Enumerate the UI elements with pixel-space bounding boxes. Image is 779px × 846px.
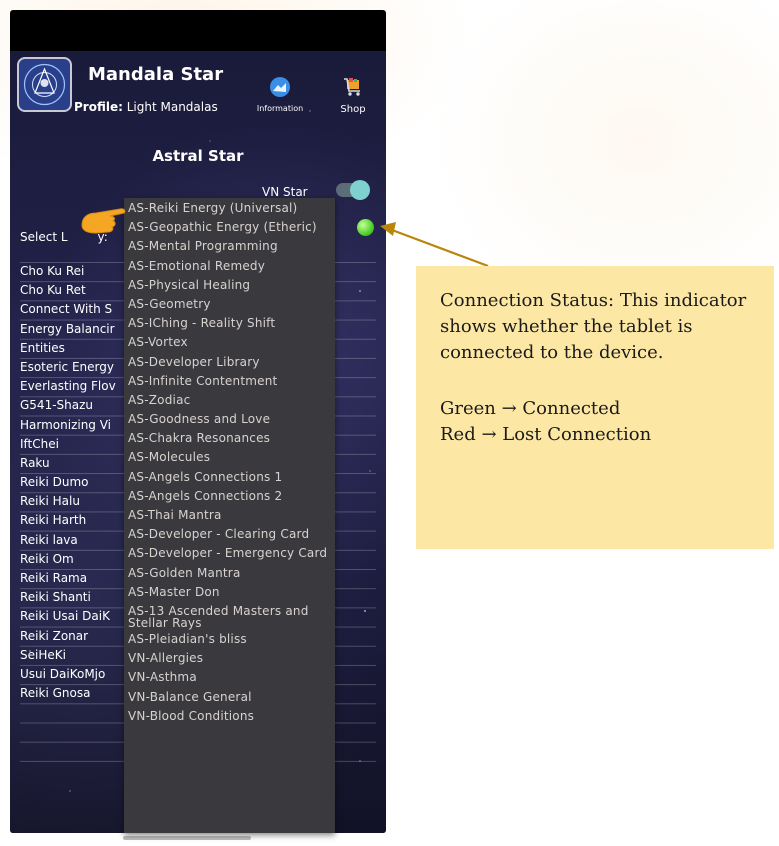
- dropdown-option[interactable]: AS-Angels Connections 1: [124, 467, 335, 486]
- information-button[interactable]: Information: [250, 76, 310, 113]
- library-list-item[interactable]: Reiki Zonar: [20, 627, 140, 646]
- home-indicator: [123, 836, 251, 840]
- callout-description: Connection Status: This indicator shows …: [440, 290, 747, 363]
- connection-status-indicator: [357, 219, 374, 236]
- library-list-item[interactable]: Reiki Usai DaiK: [20, 607, 140, 626]
- dropdown-option[interactable]: AS-Developer - Clearing Card: [124, 524, 335, 543]
- profile-value: Light Mandalas: [126, 100, 218, 114]
- library-list-item[interactable]: Esoteric Energy: [20, 358, 140, 377]
- dropdown-option[interactable]: AS-Geopathic Energy (Etheric): [124, 217, 335, 236]
- vn-star-toggle[interactable]: [336, 180, 370, 200]
- dropdown-option[interactable]: VN-Balance General: [124, 687, 335, 706]
- library-list-item[interactable]: Usui DaiKoMjo: [20, 665, 140, 684]
- dropdown-option[interactable]: AS-Molecules: [124, 447, 335, 466]
- dropdown-option[interactable]: AS-Developer Library: [124, 352, 335, 371]
- library-list-item[interactable]: Entities: [20, 339, 140, 358]
- dropdown-option[interactable]: AS-Thai Mantra: [124, 505, 335, 524]
- dropdown-option[interactable]: AS-Mental Programming: [124, 236, 335, 255]
- library-list-item[interactable]: Everlasting Flov: [20, 377, 140, 396]
- dropdown-option[interactable]: VN-Allergies: [124, 648, 335, 667]
- library-list-item[interactable]: Raku: [20, 454, 140, 473]
- library-list-item[interactable]: Connect With S: [20, 300, 140, 319]
- dropdown-option[interactable]: AS-Physical Healing: [124, 275, 335, 294]
- library-list-item[interactable]: Reiki Dumo: [20, 473, 140, 492]
- library-list-item[interactable]: Reiki Gnosa: [20, 684, 140, 703]
- dropdown-option[interactable]: VN-Blood Conditions: [124, 706, 335, 725]
- dropdown-option[interactable]: AS-Goodness and Love: [124, 409, 335, 428]
- toggle-knob: [350, 180, 370, 200]
- dropdown-option[interactable]: AS-Vortex: [124, 332, 335, 351]
- vn-star-label: VN Star: [262, 185, 308, 199]
- callout-green-meaning: Green → Connected: [440, 398, 621, 419]
- callout-red-meaning: Red → Lost Connection: [440, 424, 652, 445]
- library-list-item[interactable]: Reiki lava: [20, 531, 140, 550]
- library-list-item[interactable]: IftChei: [20, 435, 140, 454]
- app-title: Mandala Star: [88, 64, 224, 85]
- dropdown-option[interactable]: AS-IChing - Reality Shift: [124, 313, 335, 332]
- library-list-item[interactable]: Cho Ku Ret: [20, 281, 140, 300]
- dropdown-option[interactable]: AS-Master Don: [124, 582, 335, 601]
- dropdown-option[interactable]: AS-Pleiadian's bliss: [124, 629, 335, 648]
- profile-label: Profile:: [74, 100, 123, 114]
- library-list-item[interactable]: Reiki Shanti: [20, 588, 140, 607]
- mandala-logo-icon: [17, 57, 72, 112]
- library-list-item[interactable]: Reiki Om: [20, 550, 140, 569]
- dropdown-option[interactable]: AS-Angels Connections 2: [124, 486, 335, 505]
- pointing-hand-icon: [81, 208, 126, 234]
- information-icon: [270, 77, 290, 97]
- information-label: Information: [256, 104, 304, 113]
- dropdown-option[interactable]: AS-Chakra Resonances: [124, 428, 335, 447]
- library-list-item[interactable]: Reiki Harth: [20, 511, 140, 530]
- dropdown-option[interactable]: AS-Zodiac: [124, 390, 335, 409]
- dropdown-option[interactable]: VN-Asthma: [124, 667, 335, 686]
- library-list-item[interactable]: Reiki Rama: [20, 569, 140, 588]
- dropdown-option[interactable]: AS-Emotional Remedy: [124, 256, 335, 275]
- dropdown-option[interactable]: AS-Infinite Contentment: [124, 371, 335, 390]
- connection-status-callout: Connection Status: This indicator shows …: [416, 266, 774, 549]
- library-list-item[interactable]: Cho Ku Rei: [20, 262, 140, 281]
- shop-label: Shop: [340, 104, 366, 115]
- profile-row[interactable]: Profile: Light Mandalas: [74, 100, 218, 114]
- shop-button[interactable]: Shop: [334, 76, 372, 115]
- dropdown-option[interactable]: AS-Reiki Energy (Universal): [124, 198, 335, 217]
- dropdown-option[interactable]: AS-13 Ascended Masters and Stellar Rays: [124, 601, 335, 629]
- library-list-item[interactable]: Harmonizing Vi: [20, 416, 140, 435]
- shopping-cart-icon: [344, 78, 360, 96]
- library-list-item[interactable]: Reiki Halu: [20, 492, 140, 511]
- dropdown-option[interactable]: AS-Geometry: [124, 294, 335, 313]
- dropdown-option[interactable]: AS-Developer - Emergency Card: [124, 543, 335, 562]
- library-list-item[interactable]: G541-Shazu: [20, 396, 140, 415]
- library-dropdown[interactable]: AS-Reiki Energy (Universal) AS-Geopathic …: [124, 198, 335, 833]
- library-list-item[interactable]: Energy Balancir: [20, 320, 140, 339]
- library-list-item[interactable]: SeiHeKi: [20, 646, 140, 665]
- section-title: Astral Star: [152, 147, 244, 165]
- dropdown-option[interactable]: AS-Golden Mantra: [124, 563, 335, 582]
- library-list: Cho Ku Rei Cho Ku Ret Connect With S Energy…: [20, 262, 140, 703]
